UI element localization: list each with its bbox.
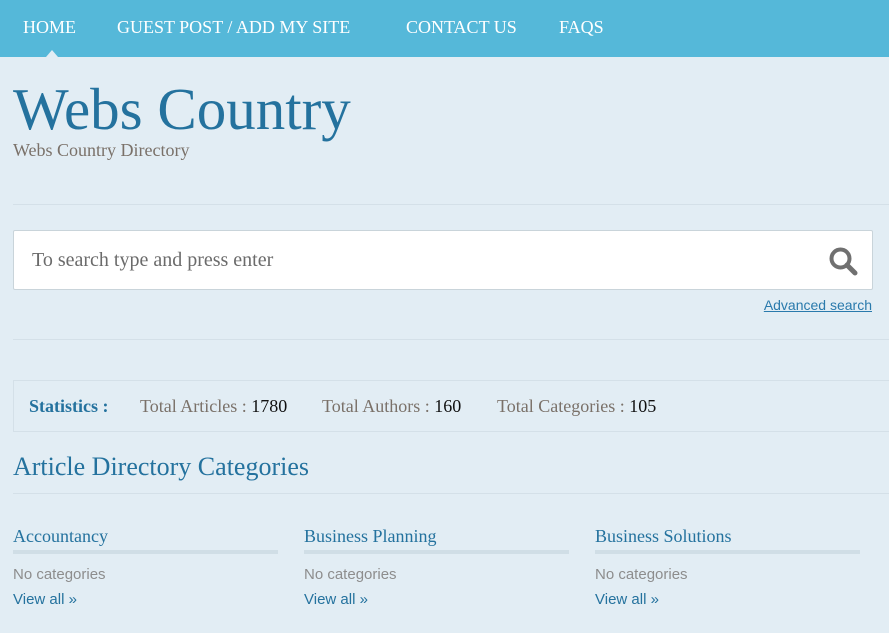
stat-label: Total Categories : [497,396,625,416]
search-input[interactable] [14,231,822,289]
stat-label: Total Articles : [140,396,247,416]
category-name-link[interactable]: Business Solutions [595,524,860,550]
nav-item-home[interactable]: HOME [23,0,76,57]
category-subtext: No categories [13,566,106,583]
stat-label: Total Authors : [322,396,430,416]
stat-total-articles: Total Articles : 1780 [140,396,287,417]
category-card: Accountancy No categories View all » [13,524,278,608]
category-underline [304,550,569,554]
stat-value: 160 [434,396,462,416]
stat-value: 1780 [251,396,288,416]
search-icon[interactable] [828,246,858,276]
site-tagline: Webs Country Directory [13,140,190,160]
category-subtext: No categories [304,566,397,583]
view-all-link[interactable]: View all » [304,591,569,608]
nav-item-contact-us[interactable]: CONTACT US [406,0,517,57]
nav-item-guest-post[interactable]: GUEST POST / ADD MY SITE [117,0,350,57]
stat-total-authors: Total Authors : 160 [322,396,461,417]
view-all-link[interactable]: View all » [13,591,278,608]
category-underline [595,550,860,554]
divider [13,493,889,494]
section-title: Article Directory Categories [13,452,309,481]
category-subtext: No categories [595,566,688,583]
divider [13,339,889,340]
divider [13,204,889,205]
statistics-label: Statistics : [29,396,109,416]
category-underline [13,550,278,554]
site-title[interactable]: Webs Country [13,74,351,144]
statistics-bar: Statistics : Total Articles : 1780 Total… [13,380,889,432]
stat-total-categories: Total Categories : 105 [497,396,656,417]
search-box [13,230,873,290]
active-indicator-caret-icon [46,50,58,57]
stat-value: 105 [629,396,657,416]
category-card: Business Planning No categories View all… [304,524,569,608]
top-navigation: HOME GUEST POST / ADD MY SITE CONTACT US… [0,0,889,57]
category-name-link[interactable]: Accountancy [13,524,278,550]
category-card: Business Solutions No categories View al… [595,524,860,608]
view-all-link[interactable]: View all » [595,591,860,608]
nav-item-faqs[interactable]: FAQS [559,0,604,57]
advanced-search-link[interactable]: Advanced search [764,297,872,313]
category-name-link[interactable]: Business Planning [304,524,569,550]
